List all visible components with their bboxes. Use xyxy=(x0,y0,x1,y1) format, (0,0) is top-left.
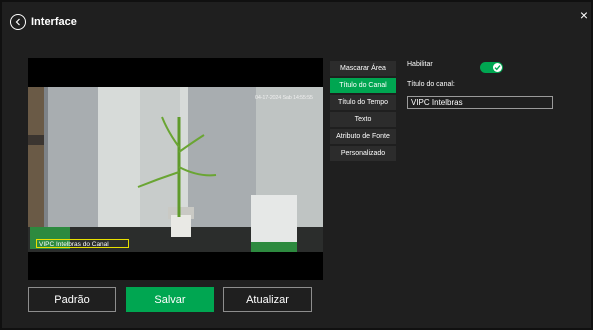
channel-title-settings: Habilitar Título do canal: xyxy=(407,61,553,109)
menu-item-channel-title[interactable]: Título do Canal xyxy=(330,78,396,93)
overlay-menu: Mascarar Área Título do Canal Título do … xyxy=(330,61,396,163)
close-icon[interactable]: × xyxy=(580,8,588,22)
refresh-button[interactable]: Atualizar xyxy=(223,287,312,312)
enable-toggle[interactable] xyxy=(480,62,503,73)
menu-item-font-attribute[interactable]: Atributo de Fonte xyxy=(330,129,396,144)
time-overlay: 04-17-2024 Sab 14:55:55 xyxy=(255,95,313,101)
enable-label: Habilitar xyxy=(407,61,433,68)
toggle-knob xyxy=(493,63,502,72)
channel-title-input[interactable] xyxy=(407,96,553,109)
default-button[interactable]: Padrão xyxy=(28,287,116,312)
back-button[interactable] xyxy=(10,14,26,30)
channel-title-overlay-box[interactable]: VIPC Intelbras do Canal xyxy=(36,239,129,248)
menu-item-mask-area[interactable]: Mascarar Área xyxy=(330,61,396,76)
menu-item-text[interactable]: Texto xyxy=(330,112,396,127)
channel-title-label: Título do canal: xyxy=(407,81,455,88)
camera-scene-image xyxy=(28,87,323,252)
header: Interface xyxy=(10,10,77,34)
video-preview: 04-17-2024 Sab 14:55:55 VIPC Intelbras d… xyxy=(28,58,323,280)
menu-item-custom[interactable]: Personalizado xyxy=(330,146,396,161)
interface-panel: Interface × 04-17-2024 Sab 14:55:55 VIPC… xyxy=(2,2,591,328)
save-button[interactable]: Salvar xyxy=(126,287,214,312)
check-icon xyxy=(494,65,501,71)
chevron-left-icon xyxy=(15,18,20,26)
action-buttons: Padrão Salvar Atualizar xyxy=(28,287,312,312)
page-title: Interface xyxy=(31,16,77,28)
menu-item-time-title[interactable]: Título do Tempo xyxy=(330,95,396,110)
